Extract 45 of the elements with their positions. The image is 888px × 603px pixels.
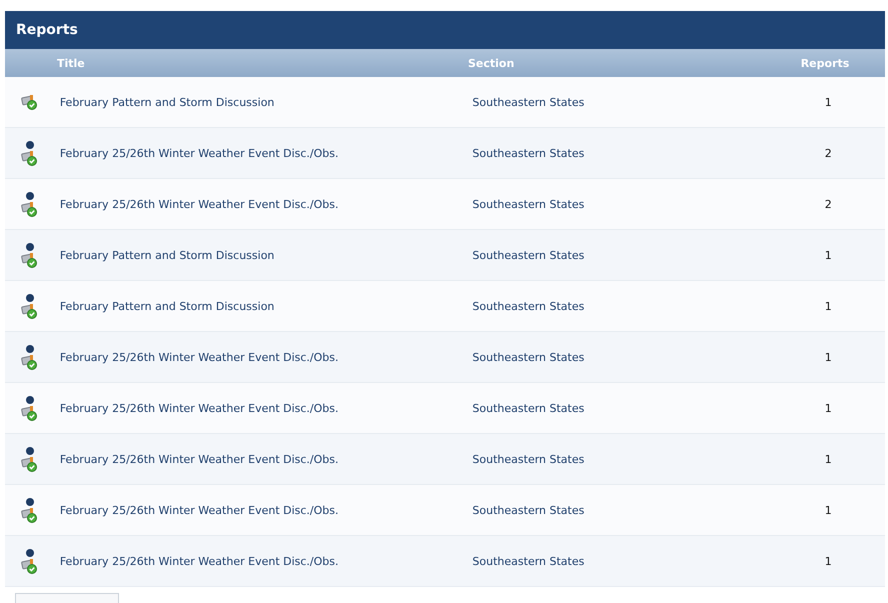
thread-link[interactable]: February Pattern and Storm Discussion	[60, 248, 274, 262]
report-count: 1	[824, 554, 832, 568]
report-count: 1	[824, 350, 832, 364]
report-count: 2	[824, 146, 832, 160]
report-count: 1	[824, 248, 832, 262]
section-link[interactable]: Southeastern States	[472, 350, 584, 364]
thread-link[interactable]: February Pattern and Storm Discussion	[60, 96, 274, 108]
report-check-icon	[21, 94, 38, 110]
thread-link[interactable]: February 25/26th Winter Weather Event Disc./Obs.	[60, 504, 339, 516]
column-header: Title	[57, 56, 85, 70]
section-link[interactable]: Southeastern States	[472, 248, 584, 262]
section-link[interactable]: Southeastern States	[472, 146, 584, 160]
thread-link[interactable]: February 25/26th Winter Weather Event Disc./Obs.	[60, 554, 339, 568]
column-header: Section	[468, 56, 514, 70]
report-check-icon	[21, 304, 38, 318]
section-link[interactable]: Southeastern States	[472, 554, 584, 568]
report-check-icon	[21, 354, 38, 370]
thread-link[interactable]: February 25/26th Winter Weather Event Disc./Obs.	[60, 402, 339, 414]
report-count: 2	[824, 198, 832, 210]
report-count: 1	[824, 96, 832, 108]
thread-link[interactable]: February 25/26th Winter Weather Event Disc./Obs.	[60, 146, 339, 160]
report-count: 1	[824, 452, 832, 466]
report-check-icon	[21, 406, 38, 420]
report-check-icon	[21, 558, 38, 574]
thread-link[interactable]: February 25/26th Winter Weather Event Disc./Obs.	[60, 198, 339, 210]
report-check-icon	[21, 456, 38, 472]
section-link[interactable]: Southeastern States	[472, 198, 584, 210]
report-count: 1	[824, 300, 832, 312]
report-count: 1	[824, 504, 832, 516]
section-link[interactable]: Southeastern States	[472, 96, 584, 108]
report-check-icon	[21, 202, 38, 216]
report-check-icon	[21, 150, 38, 166]
report-count: 1	[824, 402, 832, 414]
report-check-icon	[21, 252, 38, 268]
button[interactable]	[15, 593, 119, 603]
thread-link[interactable]: February Pattern and Storm Discussion	[60, 300, 274, 312]
section-link[interactable]: Southeastern States	[472, 452, 584, 466]
panel-title: Reports	[16, 22, 78, 38]
thread-link[interactable]: February 25/26th Winter Weather Event Disc./Obs.	[60, 350, 339, 364]
section-link[interactable]: Southeastern States	[472, 402, 584, 414]
column-header: Reports	[800, 56, 850, 70]
section-link[interactable]: Southeastern States	[472, 300, 584, 312]
section-link[interactable]: Southeastern States	[472, 504, 584, 516]
thread-link[interactable]: February 25/26th Winter Weather Event Disc./Obs.	[60, 452, 339, 466]
report-check-icon	[21, 508, 38, 522]
